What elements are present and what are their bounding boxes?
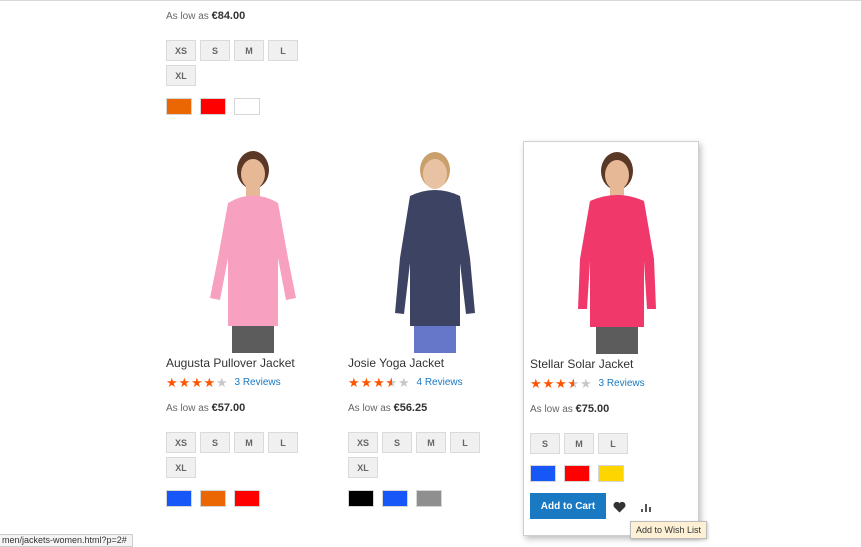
size-option[interactable]: S [530, 433, 560, 454]
product-rating: ★★★★★ 4 Reviews [348, 376, 463, 389]
color-swatch[interactable] [598, 465, 624, 482]
product-card[interactable]: Augusta Pullover Jacket ★ ★ ★ ★ ★ 3 Reviews … [160, 140, 336, 535]
star-icon: ★ [348, 375, 360, 390]
color-swatch[interactable] [234, 98, 260, 115]
size-option[interactable]: M [564, 433, 594, 454]
size-options: S M L [530, 433, 670, 454]
product-name[interactable]: Stellar Solar Jacket [530, 357, 633, 371]
color-swatch[interactable] [530, 465, 556, 482]
size-option[interactable]: XS [166, 40, 196, 61]
product-name[interactable]: Josie Yoga Jacket [348, 356, 444, 370]
star-icon: ★ [191, 375, 203, 390]
star-icon: ★ [373, 375, 385, 390]
star-icon: ★ [178, 375, 191, 390]
product-rating: ★★★★★ 3 Reviews [166, 376, 281, 389]
size-option[interactable]: M [234, 40, 264, 61]
product-price: As low as €75.00 [530, 403, 610, 415]
size-option[interactable]: XL [166, 65, 196, 86]
size-option[interactable]: XL [166, 457, 196, 478]
product-card[interactable]: Josie Yoga Jacket ★★★★★ 4 Reviews As low… [342, 140, 518, 535]
star-icon: ★ [216, 375, 228, 390]
color-options [348, 490, 442, 507]
wishlist-tooltip: Add to Wish List [630, 521, 708, 539]
star-icon: ★ [555, 376, 567, 391]
rating-stars: ★ ★ ★ ★ ★ [166, 376, 229, 389]
size-option[interactable]: XS [166, 432, 196, 453]
rating-stars: ★ ★ ★ ★ ★ [348, 376, 411, 389]
color-swatch[interactable] [200, 98, 226, 115]
star-icon: ★ [530, 376, 542, 391]
product-rating: ★★★★★ 3 Reviews [530, 377, 645, 390]
size-option[interactable]: L [450, 432, 480, 453]
product-card-hovered[interactable]: Stellar Solar Jacket ★★★★★ 3 Reviews As … [523, 141, 699, 536]
size-option[interactable]: S [200, 40, 230, 61]
size-option[interactable]: XS [348, 432, 378, 453]
color-options [530, 465, 624, 482]
star-icon: ★ [398, 375, 410, 390]
star-icon: ★ [203, 375, 216, 390]
color-swatch[interactable] [200, 490, 226, 507]
heart-icon[interactable] [611, 499, 627, 515]
reviews-link[interactable]: 4 Reviews [417, 377, 463, 388]
top-product-color-options [166, 98, 260, 115]
rating-stars: ★ ★ ★ ★ ★ [530, 377, 593, 390]
star-icon: ★ [568, 377, 581, 390]
top-product-size-options: XS S M L XL [166, 40, 306, 86]
top-product-price: As low as €84.00 [166, 10, 246, 22]
status-bar-url: men/jackets-women.html?p=2# [0, 534, 133, 547]
reviews-link[interactable]: 3 Reviews [599, 378, 645, 389]
color-swatch[interactable] [234, 490, 260, 507]
page-top-border [0, 0, 861, 1]
size-option[interactable]: L [268, 432, 298, 453]
size-option[interactable]: L [598, 433, 628, 454]
product-price: As low as €57.00 [166, 402, 246, 414]
star-icon: ★ [386, 376, 399, 389]
size-option[interactable]: L [268, 40, 298, 61]
reviews-link[interactable]: 3 Reviews [235, 377, 281, 388]
size-option[interactable]: M [234, 432, 264, 453]
size-option[interactable]: XL [348, 457, 378, 478]
product-image[interactable] [562, 149, 672, 354]
color-swatch[interactable] [166, 490, 192, 507]
star-icon: ★ [166, 375, 178, 390]
size-option[interactable]: M [416, 432, 446, 453]
color-swatch[interactable] [348, 490, 374, 507]
size-options: XS S M L XL [348, 432, 488, 478]
color-swatch[interactable] [416, 490, 442, 507]
size-option[interactable]: S [200, 432, 230, 453]
product-image[interactable] [380, 148, 490, 353]
product-name[interactable]: Augusta Pullover Jacket [166, 356, 295, 370]
color-swatch[interactable] [166, 98, 192, 115]
color-swatch[interactable] [382, 490, 408, 507]
star-icon: ★ [360, 375, 373, 390]
bar-chart-icon[interactable] [638, 499, 654, 515]
size-options: XS S M L XL [166, 432, 306, 478]
product-price: As low as €56.25 [348, 402, 428, 414]
add-to-cart-button[interactable]: Add to Cart [530, 493, 606, 519]
size-option[interactable]: S [382, 432, 412, 453]
color-swatch[interactable] [564, 465, 590, 482]
color-options [166, 490, 260, 507]
product-image[interactable] [198, 148, 308, 353]
star-icon: ★ [542, 376, 555, 391]
star-icon: ★ [580, 376, 592, 391]
